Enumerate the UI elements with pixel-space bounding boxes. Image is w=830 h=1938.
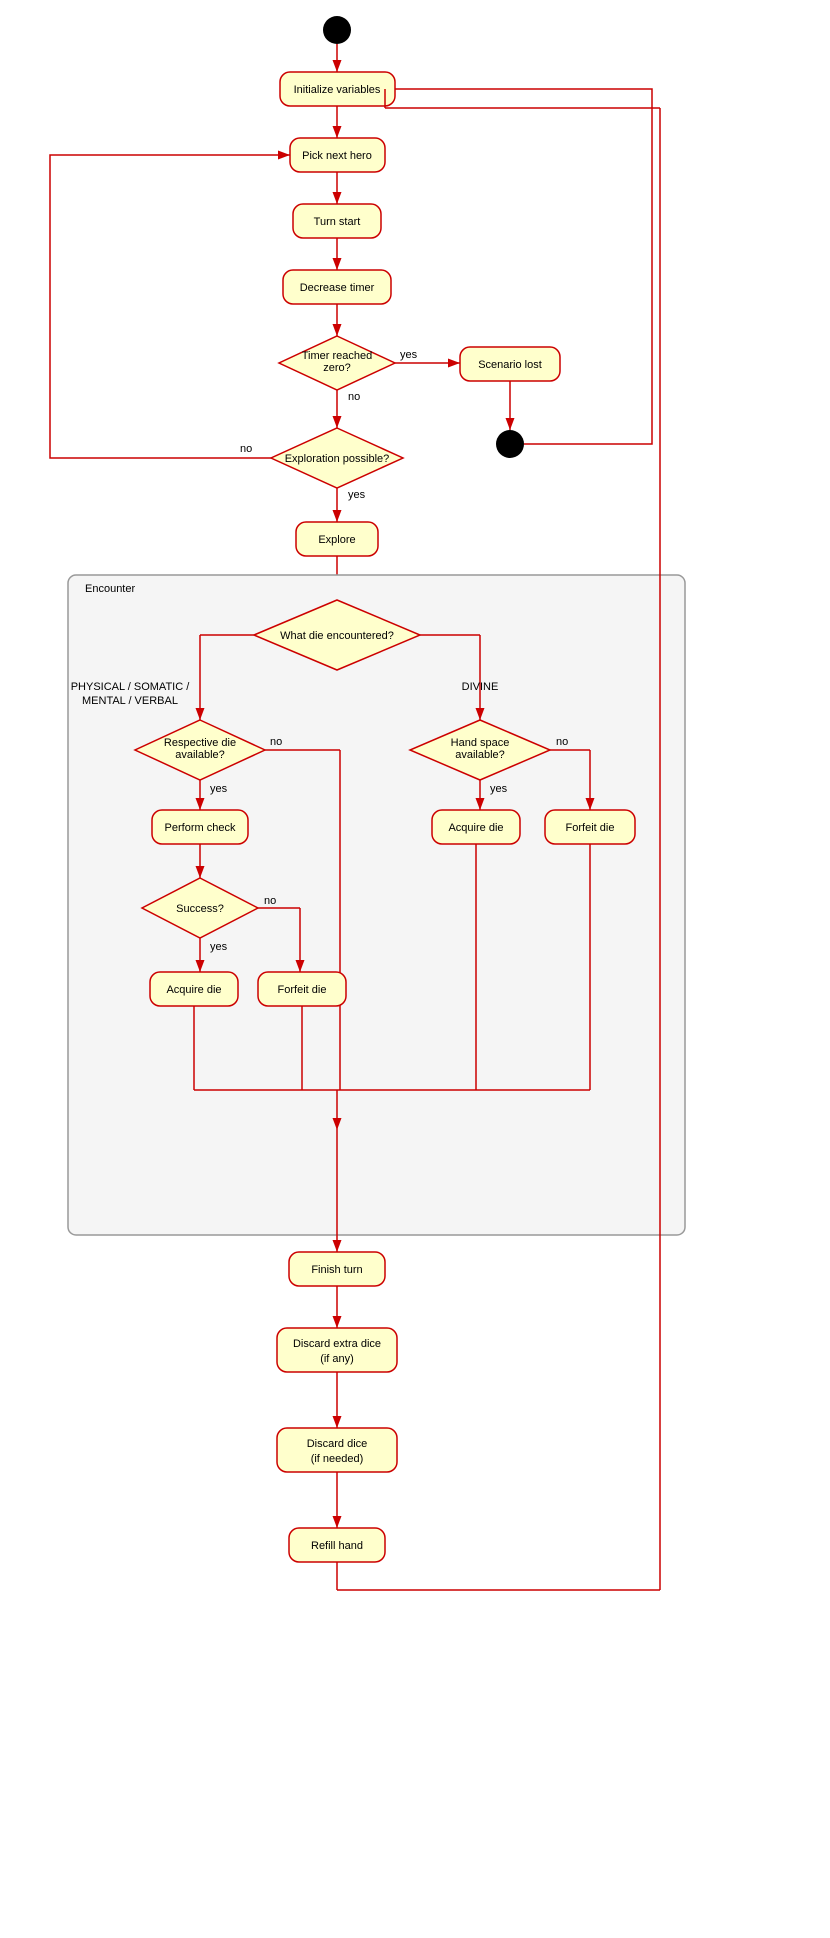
respective-die-label-2: available? (175, 749, 225, 761)
respective-no-label: no (270, 736, 282, 748)
hand-space-label-1: Hand space (451, 737, 510, 749)
exploration-no-label: no (240, 443, 252, 455)
exploration-possible-label: Exploration possible? (285, 453, 390, 465)
decrease-timer-label: Decrease timer (300, 282, 375, 294)
refill-hand-label: Refill hand (311, 1540, 363, 1552)
explore-label: Explore (318, 534, 355, 546)
discard-needed-label-1: Discard dice (307, 1438, 368, 1450)
success-yes-label: yes (210, 941, 228, 953)
physical-label-1: PHYSICAL / SOMATIC / (71, 681, 191, 693)
discard-needed-node (277, 1428, 397, 1472)
timer-no-label: no (348, 391, 360, 403)
discard-extra-node (277, 1328, 397, 1372)
start-node (323, 16, 351, 44)
perform-check-label: Perform check (165, 822, 236, 834)
discard-needed-label-2: (if needed) (311, 1453, 364, 1465)
pick-hero-label: Pick next hero (302, 150, 372, 162)
hand-space-yes-label: yes (490, 783, 508, 795)
acquire-die-1-label: Acquire die (448, 822, 503, 834)
respective-yes-label: yes (210, 783, 228, 795)
timer-zero-label-1: Timer reached (302, 350, 373, 362)
end-node (496, 430, 524, 458)
exploration-yes-label: yes (348, 489, 366, 501)
turn-start-label: Turn start (314, 216, 361, 228)
hand-space-no-label: no (556, 736, 568, 748)
scenario-lost-label: Scenario lost (478, 359, 542, 371)
forfeit-die-1-label: Forfeit die (566, 822, 615, 834)
hand-space-label-2: available? (455, 749, 505, 761)
encounter-label: Encounter (85, 583, 135, 595)
diagram: Initialize variables Pick next hero Turn… (0, 0, 830, 1935)
success-label: Success? (176, 903, 224, 915)
initialize-label: Initialize variables (294, 84, 381, 96)
discard-extra-label-1: Discard extra dice (293, 1338, 381, 1350)
physical-label-2: MENTAL / VERBAL (82, 695, 178, 707)
acquire-die-2-label: Acquire die (166, 984, 221, 996)
discard-extra-label-2: (if any) (320, 1353, 354, 1365)
timer-zero-label-2: zero? (323, 362, 351, 374)
timer-yes-label: yes (400, 349, 418, 361)
success-no-label: no (264, 895, 276, 907)
forfeit-die-2-label: Forfeit die (278, 984, 327, 996)
divine-label: DIVINE (462, 681, 499, 693)
finish-turn-label: Finish turn (311, 1264, 362, 1276)
what-die-label: What die encountered? (280, 630, 394, 642)
respective-die-label-1: Respective die (164, 737, 236, 749)
